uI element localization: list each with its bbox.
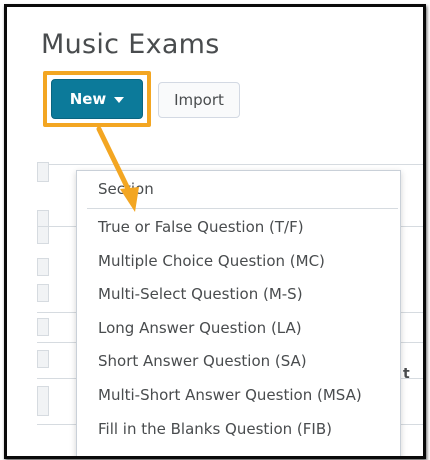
table-cell	[37, 386, 49, 416]
menu-item-multi-select[interactable]: Multi-Select Question (M-S)	[77, 280, 400, 308]
page-title: Music Exams	[41, 29, 220, 60]
menu-item-multiple-choice[interactable]: Multiple Choice Question (MC)	[77, 247, 400, 275]
table-row	[37, 164, 423, 165]
menu-item-matching[interactable]: Matching Question (MAT)	[77, 449, 400, 456]
new-button[interactable]: New	[51, 79, 143, 119]
table-cell	[37, 284, 49, 302]
table-cell	[37, 318, 49, 336]
new-button-label: New	[69, 90, 107, 108]
table-cell	[37, 350, 49, 368]
table-cell	[37, 210, 49, 244]
table-cell	[37, 258, 49, 276]
menu-item-short-answer[interactable]: Short Answer Question (SA)	[77, 347, 400, 375]
menu-item-fill-blanks[interactable]: Fill in the Blanks Question (FIB)	[77, 415, 400, 443]
menu-divider	[87, 208, 398, 209]
import-button[interactable]: Import	[158, 82, 240, 118]
new-dropdown-menu: Section True or False Question (T/F) Mul…	[76, 170, 401, 456]
background-column-text: t	[403, 366, 410, 382]
menu-item-long-answer[interactable]: Long Answer Question (LA)	[77, 314, 400, 342]
menu-item-section[interactable]: Section	[77, 175, 400, 203]
chevron-down-icon	[114, 97, 125, 103]
menu-item-multi-short-answer[interactable]: Multi-Short Answer Question (MSA)	[77, 381, 400, 409]
table-cell	[37, 162, 49, 182]
menu-item-true-false[interactable]: True or False Question (T/F)	[77, 213, 400, 241]
screenshot-frame: Music Exams New Import t Section True or…	[4, 4, 426, 459]
